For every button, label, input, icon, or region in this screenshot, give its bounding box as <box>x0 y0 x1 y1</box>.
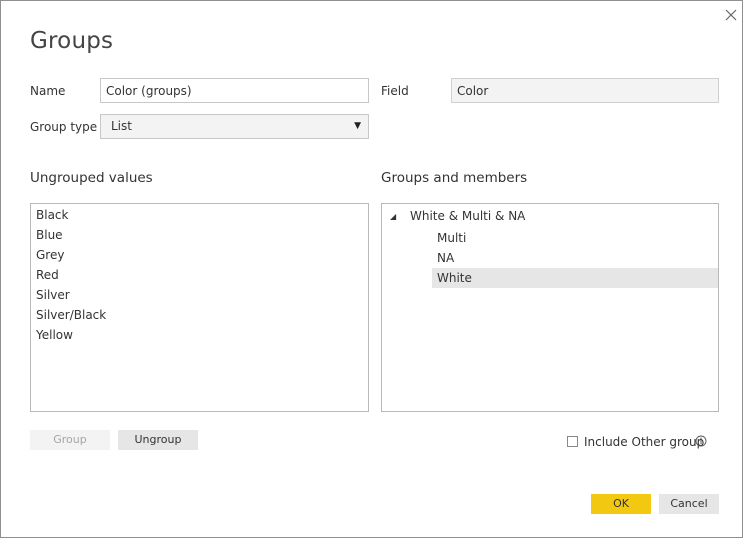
list-item[interactable]: Red <box>36 267 59 283</box>
close-icon[interactable] <box>721 5 741 25</box>
member-item-selected[interactable]: White <box>432 268 718 288</box>
group-type-value: List <box>111 119 132 133</box>
group-type-label: Group type <box>30 120 98 134</box>
list-item[interactable]: Silver/Black <box>36 307 106 323</box>
list-item[interactable]: Blue <box>36 227 63 243</box>
name-label: Name <box>30 84 66 98</box>
field-input <box>451 78 719 103</box>
groups-dialog: Groups Name Field Group type List ▼ Ungr… <box>0 0 743 538</box>
dropdown-arrow-icon: ▼ <box>354 121 361 131</box>
cancel-button[interactable]: Cancel <box>659 494 719 514</box>
groups-and-members-title: Groups and members <box>381 170 528 186</box>
tree-group-node[interactable]: ◢ White & Multi & NA <box>390 208 525 224</box>
field-label: Field <box>381 84 409 98</box>
name-input[interactable] <box>100 78 369 103</box>
ungrouped-values-title: Ungrouped values <box>30 170 153 186</box>
ok-button[interactable]: OK <box>591 494 651 514</box>
list-item[interactable]: Black <box>36 207 68 223</box>
include-other-group-checkbox[interactable] <box>567 436 578 447</box>
group-type-dropdown[interactable]: List ▼ <box>100 114 369 139</box>
include-other-group-label: Include Other group <box>584 435 705 449</box>
info-icon[interactable] <box>695 435 707 447</box>
collapse-triangle-icon[interactable]: ◢ <box>390 209 410 225</box>
list-item[interactable]: Silver <box>36 287 70 303</box>
groups-and-members-tree[interactable]: ◢ White & Multi & NA Multi NA White <box>381 203 719 412</box>
member-item[interactable]: Multi <box>432 228 718 248</box>
dialog-title: Groups <box>30 28 114 54</box>
list-item[interactable]: Yellow <box>36 327 73 343</box>
group-name: White & Multi & NA <box>410 209 526 223</box>
list-item[interactable]: Grey <box>36 247 64 263</box>
member-item[interactable]: NA <box>432 248 718 268</box>
ungroup-button[interactable]: Ungroup <box>118 430 198 450</box>
ungrouped-values-list[interactable]: Black Blue Grey Red Silver Silver/Black … <box>30 203 369 412</box>
group-button[interactable]: Group <box>30 430 110 450</box>
